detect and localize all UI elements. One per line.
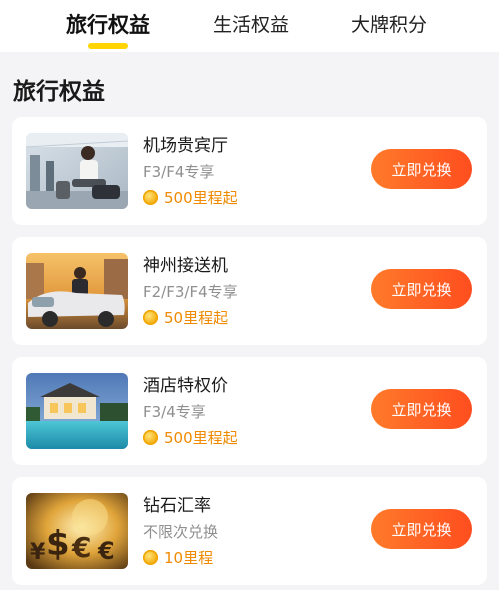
benefit-name: 钻石汇率 bbox=[143, 496, 211, 516]
redeem-button[interactable]: 立即兑换 bbox=[371, 509, 472, 549]
tab-travel-benefits[interactable]: 旅行权益 bbox=[66, 9, 150, 39]
currency-symbols-image: $ € € ¥ bbox=[26, 493, 128, 569]
benefit-card-airport-lounge[interactable]: 机场贵宾厅 F3/F4专享 500里程起 立即兑换 bbox=[12, 117, 487, 225]
airport-lounge-image bbox=[26, 133, 128, 209]
benefit-card-diamond-rate[interactable]: $ € € ¥ 钻石汇率 不限次兑换 10里程 立即兑换 bbox=[12, 477, 487, 585]
coin-icon bbox=[143, 189, 158, 205]
coin-icon bbox=[143, 309, 158, 325]
svg-text:€: € bbox=[71, 531, 91, 564]
benefit-price: 500里程起 bbox=[143, 427, 238, 447]
benefit-card-hotel[interactable]: 酒店特权价 F3/4专享 500里程起 立即兑换 bbox=[12, 357, 487, 465]
benefit-name: 机场贵宾厅 bbox=[143, 136, 228, 156]
top-tab-bar: 旅行权益 生活权益 大牌积分 bbox=[0, 0, 499, 52]
coin-icon bbox=[143, 549, 158, 565]
benefit-name: 神州接送机 bbox=[143, 256, 228, 276]
tab-brand-points[interactable]: 大牌积分 bbox=[351, 10, 427, 37]
svg-text:€: € bbox=[97, 537, 115, 565]
price-text: 50里程起 bbox=[164, 308, 229, 327]
tab-life-benefits[interactable]: 生活权益 bbox=[213, 10, 289, 37]
benefit-tier: 不限次兑换 bbox=[143, 523, 219, 541]
coin-icon bbox=[143, 429, 158, 445]
active-tab-indicator bbox=[88, 43, 128, 49]
benefit-price: 50里程起 bbox=[143, 307, 228, 327]
chauffeur-car-image bbox=[26, 253, 128, 329]
price-text: 500里程起 bbox=[164, 428, 238, 447]
benefit-tier: F3/F4专享 bbox=[143, 163, 215, 181]
benefit-price: 500里程起 bbox=[143, 187, 238, 207]
benefit-tier: F2/F3/F4专享 bbox=[143, 283, 238, 301]
svg-text:¥: ¥ bbox=[30, 540, 46, 565]
benefit-price: 10里程 bbox=[143, 547, 213, 567]
price-text: 10里程 bbox=[164, 548, 214, 567]
benefit-card-chauffeur[interactable]: 神州接送机 F2/F3/F4专享 50里程起 立即兑换 bbox=[12, 237, 487, 345]
section-title: 旅行权益 bbox=[13, 79, 105, 105]
price-text: 500里程起 bbox=[164, 188, 238, 207]
benefit-name: 酒店特权价 bbox=[143, 376, 228, 396]
redeem-button[interactable]: 立即兑换 bbox=[371, 389, 472, 429]
redeem-button[interactable]: 立即兑换 bbox=[371, 269, 472, 309]
svg-text:$: $ bbox=[46, 524, 70, 564]
hotel-pool-image bbox=[26, 373, 128, 449]
redeem-button[interactable]: 立即兑换 bbox=[371, 149, 472, 189]
benefit-tier: F3/4专享 bbox=[143, 403, 206, 421]
